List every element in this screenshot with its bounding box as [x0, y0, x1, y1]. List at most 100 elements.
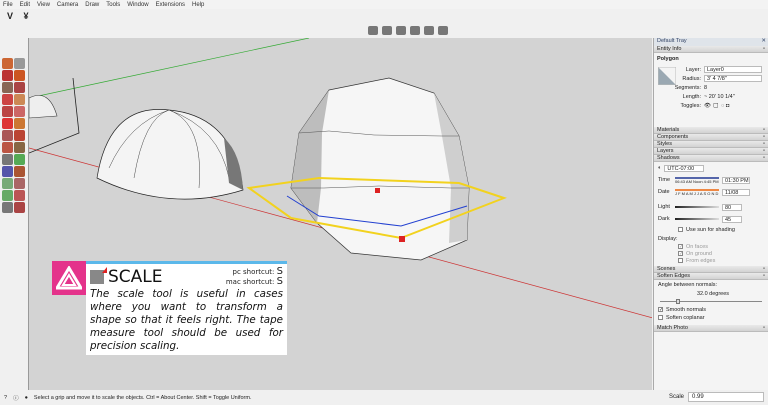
match-photo-section[interactable]: Match Photo ▫ [654, 325, 768, 332]
scenes-section[interactable]: Scenes ▫ [654, 266, 768, 273]
time-slider[interactable]: 06:43 AM Noon 4:45 PM [675, 176, 719, 184]
angle-value: 32.0 degrees [696, 290, 730, 297]
on-faces-checkbox[interactable]: ✓ [678, 244, 683, 250]
timezone-select[interactable]: UTC-07:00 [664, 164, 705, 172]
light-label: Light [658, 204, 670, 210]
tool-icon[interactable] [2, 178, 13, 189]
menu-edit[interactable]: Edit [20, 2, 30, 8]
tool-icon[interactable] [14, 118, 25, 129]
iso-view-icon[interactable] [368, 26, 378, 35]
tool-icon[interactable] [14, 190, 25, 201]
visibility-toggle-icon[interactable]: 👁 ◻ ◌ ◘ [704, 103, 729, 109]
menu-help[interactable]: Help [192, 2, 204, 8]
left-view-icon[interactable] [438, 26, 448, 35]
info-icon[interactable]: ⓘ [13, 394, 19, 402]
use-sun-label: Use sun for shading [686, 226, 735, 233]
light-input[interactable]: 80 [722, 203, 742, 211]
soften-edges-section[interactable]: Soften Edges ▫ [654, 273, 768, 280]
menu-window[interactable]: Window [127, 2, 148, 8]
tool-icon[interactable] [14, 142, 25, 153]
tool-icon[interactable] [2, 58, 13, 69]
date-slider[interactable]: J F M A M J J A S O N D [675, 188, 719, 196]
pc-shortcut-label: pc shortcut: [232, 268, 275, 276]
soften-coplanar-checkbox[interactable] [658, 315, 663, 320]
menu-draw[interactable]: Draw [85, 2, 99, 8]
styles-section[interactable]: Styles ▫ [654, 141, 768, 148]
large-toolset [2, 58, 26, 213]
tool-icon[interactable] [2, 94, 13, 105]
dark-label: Dark [658, 216, 670, 222]
shadow-toggle-icon[interactable]: ◐ [658, 165, 661, 171]
status-bar: ? ⓘ ● Select a grip and move it to scale… [0, 390, 768, 405]
tool-icon[interactable] [14, 82, 25, 93]
mac-shortcut-label: mac shortcut: [225, 278, 275, 286]
menu-view[interactable]: View [37, 2, 50, 8]
help-icon[interactable]: ? [4, 395, 7, 401]
tool-icon[interactable] [14, 202, 25, 213]
length-value: ~ 20' 10 1/4" [704, 93, 735, 100]
vz-icon[interactable]: V [4, 10, 16, 22]
tool-icon[interactable] [14, 166, 25, 177]
use-sun-checkbox[interactable] [678, 227, 683, 232]
tool-icon[interactable] [2, 130, 13, 141]
front-view-icon[interactable] [396, 26, 406, 35]
time-label: Time [658, 177, 671, 183]
tool-icon[interactable] [14, 106, 25, 117]
tool-icon[interactable] [2, 82, 13, 93]
top-view-icon[interactable] [382, 26, 392, 35]
tool-icon[interactable] [14, 154, 25, 165]
materials-section[interactable]: Materials ▫ [654, 127, 768, 134]
dark-slider[interactable] [675, 218, 719, 220]
measurements-input[interactable]: 0.99 [688, 392, 764, 402]
scale-grip-active[interactable] [399, 236, 405, 242]
extension-icon[interactable]: ¥ [20, 10, 32, 22]
on-ground-checkbox[interactable]: ✓ [678, 251, 683, 257]
views-toolbar [368, 26, 448, 35]
angle-label: Angle between normals: [658, 281, 718, 288]
time-input[interactable]: 01:30 PM [722, 176, 750, 184]
tool-icon[interactable] [2, 70, 13, 81]
radius-input[interactable]: 3' 4 7/8" [704, 75, 762, 82]
tool-icon[interactable] [14, 94, 25, 105]
components-section[interactable]: Components ▫ [654, 134, 768, 141]
menu-file[interactable]: File [3, 2, 13, 8]
tray-title: Default Tray [657, 38, 687, 44]
tool-icon[interactable] [2, 202, 13, 213]
menu-extensions[interactable]: Extensions [156, 2, 185, 8]
layer-select[interactable]: Layer0 [704, 66, 762, 73]
right-view-icon[interactable] [410, 26, 420, 35]
smooth-normals-checkbox[interactable]: ✓ [658, 307, 663, 313]
brand-logo [52, 261, 86, 295]
tool-icon[interactable] [2, 142, 13, 153]
angle-slider[interactable] [660, 299, 762, 304]
menu-bar: File Edit View Camera Draw Tools Window … [0, 0, 768, 9]
tool-icon[interactable] [14, 178, 25, 189]
light-slider[interactable] [675, 206, 719, 208]
user-icon[interactable]: ● [25, 395, 28, 401]
menu-camera[interactable]: Camera [57, 2, 78, 8]
segments-value[interactable]: 8 [704, 85, 707, 91]
tool-icon[interactable] [2, 190, 13, 201]
toggles-label: Toggles: [680, 102, 702, 109]
date-input[interactable]: 11/08 [722, 188, 750, 196]
tutorial-card: SCALE pc shortcut: S mac shortcut: S The… [52, 261, 287, 355]
layers-section[interactable]: Layers ▫ [654, 148, 768, 155]
from-edges-checkbox[interactable] [678, 258, 683, 263]
shadows-section[interactable]: Shadows ▫ [654, 155, 768, 162]
tool-icon[interactable] [14, 70, 25, 81]
display-label: Display: [658, 235, 678, 242]
tool-icon[interactable] [2, 154, 13, 165]
tool-icon[interactable] [2, 166, 13, 177]
menu-tools[interactable]: Tools [106, 2, 120, 8]
tool-icon[interactable] [2, 106, 13, 117]
tool-icon[interactable] [2, 118, 13, 129]
back-view-icon[interactable] [424, 26, 434, 35]
length-label: Length: [682, 93, 701, 100]
tool-icon[interactable] [14, 58, 25, 69]
dark-input[interactable]: 45 [722, 215, 742, 223]
scale-grip[interactable] [375, 188, 380, 193]
entity-info-header[interactable]: Entity Info ▫ [654, 46, 768, 53]
partial-dome [29, 95, 58, 119]
tool-icon[interactable] [14, 130, 25, 141]
pin-icon[interactable]: ✕ [761, 38, 766, 46]
